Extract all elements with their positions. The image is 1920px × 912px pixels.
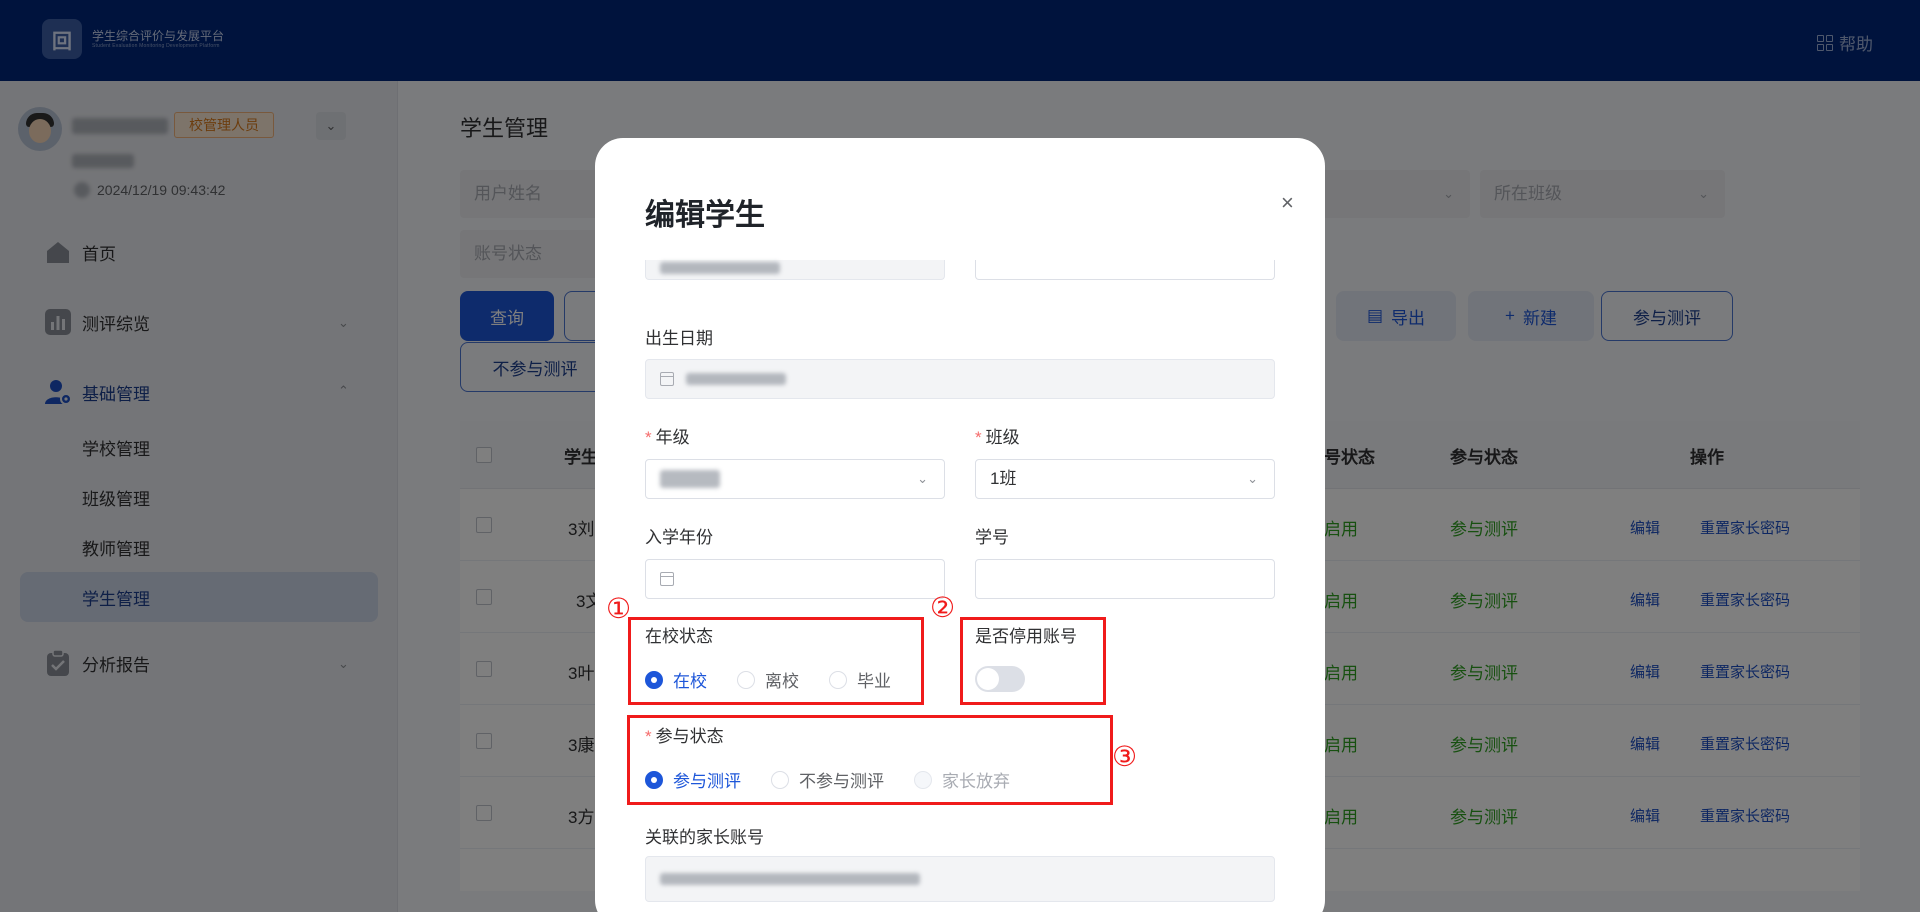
calendar-icon — [660, 572, 674, 586]
birth-date-field[interactable] — [645, 359, 1275, 399]
student-no-field[interactable] — [975, 559, 1275, 599]
parent-account-field[interactable] — [645, 856, 1275, 902]
name-value-redacted — [660, 262, 780, 274]
parent-account-redacted — [660, 873, 920, 885]
chevron-down-icon: ⌄ — [917, 471, 928, 486]
annotation-box-2 — [960, 617, 1106, 705]
birth-date-redacted — [686, 373, 786, 385]
enroll-year-field[interactable] — [645, 559, 945, 599]
class-label: * 班级 — [975, 428, 1020, 447]
birth-date-label: 出生日期 — [645, 329, 713, 348]
grade-select[interactable]: ⌄ — [645, 459, 945, 499]
name-field[interactable] — [645, 260, 945, 280]
close-icon[interactable]: × — [1281, 190, 1294, 216]
parent-account-label: 关联的家长账号 — [645, 828, 764, 847]
grade-value-redacted — [660, 470, 720, 488]
annotation-number-2: ② — [930, 592, 956, 623]
annotation-box-1 — [628, 617, 924, 705]
enroll-year-label: 入学年份 — [645, 528, 713, 547]
student-no-label: 学号 — [975, 528, 1009, 547]
id-field[interactable] — [975, 260, 1275, 280]
class-select-value: 1班 — [990, 469, 1017, 488]
annotation-box-3 — [627, 715, 1113, 805]
class-select[interactable]: 1班 ⌄ — [975, 459, 1275, 499]
chevron-down-icon: ⌄ — [1247, 471, 1258, 486]
annotation-number-1: ① — [606, 593, 632, 624]
annotation-number-3: ③ — [1112, 741, 1138, 772]
grade-label: * 年级 — [645, 428, 690, 447]
dialog-title: 编辑学生 — [645, 199, 765, 232]
calendar-icon — [660, 372, 674, 386]
